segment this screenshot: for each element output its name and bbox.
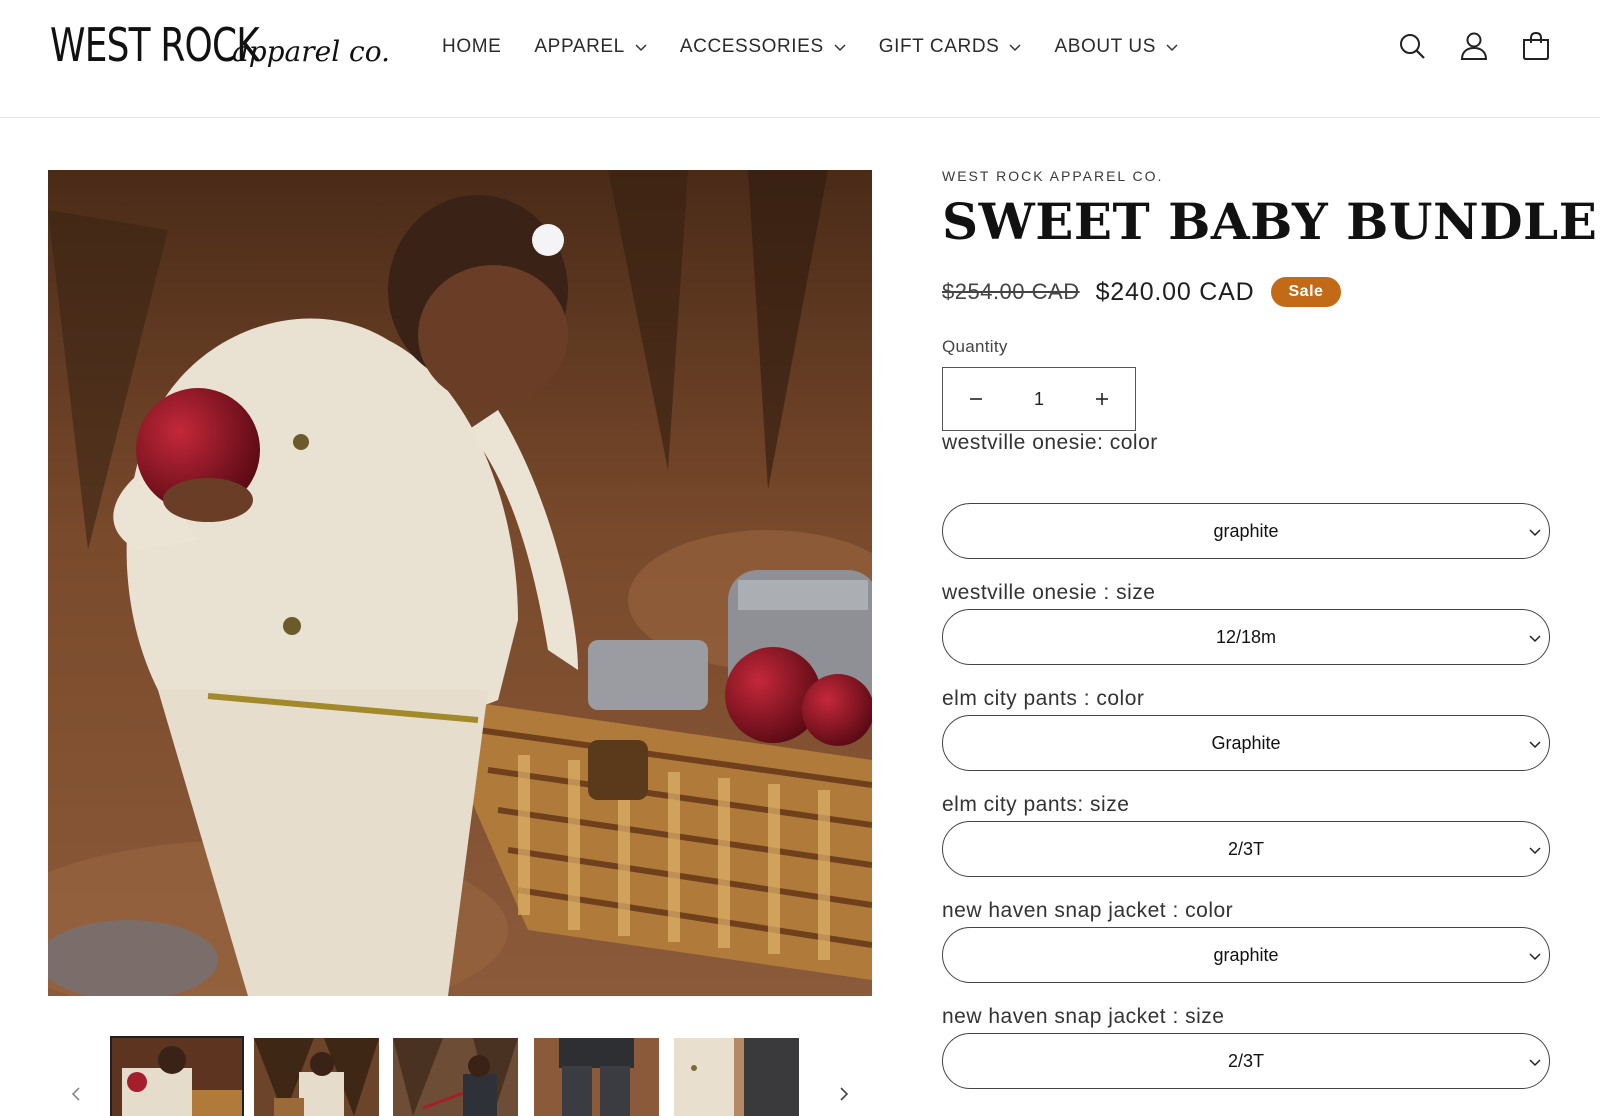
chevron-down-icon: [1529, 635, 1541, 643]
thumb-child-with-apple: [112, 1038, 242, 1116]
nav-item-accessories[interactable]: ACCESSORIES: [680, 36, 846, 58]
logo-main-text: WEST ROCK: [50, 18, 260, 72]
sale-badge: Sale: [1270, 277, 1342, 307]
option-selected-value: 2/3T: [1227, 1050, 1265, 1071]
account-icon[interactable]: [1460, 31, 1488, 61]
chevron-down-icon: [1529, 847, 1541, 855]
option-selected-value: graphite: [1213, 520, 1279, 541]
product-vendor: WEST ROCK APPAREL CO.: [942, 168, 1164, 184]
chevron-down-icon: [1009, 44, 1021, 52]
option-selected-value: 2/3T: [1227, 838, 1265, 859]
chevron-down-icon: [1529, 741, 1541, 749]
thumb-cream-and-dark-outfits: [674, 1038, 799, 1116]
chevron-down-icon: [834, 44, 846, 52]
thumbnail-2[interactable]: [254, 1038, 379, 1116]
chevron-down-icon: [1529, 953, 1541, 961]
product-photo: [48, 170, 872, 996]
chevron-down-icon: [1166, 44, 1178, 52]
thumbnail-strip: [48, 1036, 872, 1116]
thumb-child-sitting-forest: [254, 1038, 379, 1116]
variant-options: westville onesie: color graphite westvil…: [942, 431, 1552, 1089]
site-header: WEST ROCK apparel co. HOME APPAREL ACCES…: [0, 0, 1600, 118]
thumb-dark-pants: [534, 1038, 659, 1116]
nav-item-label: APPAREL: [534, 36, 625, 57]
nav-item-about-us[interactable]: ABOUT US: [1054, 36, 1178, 58]
chevron-down-icon: [1529, 1059, 1541, 1067]
minus-icon: [970, 398, 982, 400]
nav-item-label: ABOUT US: [1054, 36, 1157, 57]
product-title: SWEET BABY BUNDLE: [942, 192, 1598, 251]
price-row: $254.00 CAD $240.00 CAD Sale: [942, 275, 1552, 309]
nav-item-label: HOME: [442, 36, 502, 57]
option-selected-value: Graphite: [1211, 732, 1281, 753]
main-product-image[interactable]: [48, 170, 872, 996]
option-label: westville onesie: color: [942, 431, 1158, 454]
option-westville-onesie-color: westville onesie: color graphite: [942, 431, 1552, 559]
main-nav: HOME APPAREL ACCESSORIES GIFT CARDS ABOU…: [442, 32, 1211, 62]
option-select[interactable]: 2/3T: [942, 1033, 1550, 1089]
chevron-left-icon[interactable]: [68, 1086, 84, 1102]
thumbnail-5[interactable]: [674, 1038, 799, 1116]
nav-item-label: ACCESSORIES: [679, 36, 824, 57]
nav-item-apparel[interactable]: APPAREL: [534, 36, 647, 58]
chevron-right-icon[interactable]: [836, 1086, 852, 1102]
search-icon[interactable]: [1398, 31, 1426, 61]
thumbnail-4[interactable]: [534, 1038, 659, 1116]
decrease-quantity-button[interactable]: [961, 384, 991, 414]
quantity-stepper: [942, 367, 1136, 431]
increase-quantity-button[interactable]: [1087, 384, 1117, 414]
logo[interactable]: WEST ROCK apparel co.: [50, 18, 390, 82]
sale-price: $240.00 CAD: [1095, 277, 1255, 306]
nav-item-gift-cards[interactable]: GIFT CARDS: [879, 36, 1022, 58]
option-select[interactable]: Graphite: [942, 715, 1550, 771]
quantity-label: Quantity: [942, 337, 1008, 356]
chevron-down-icon: [635, 44, 647, 52]
option-selected-value: graphite: [1213, 944, 1279, 965]
option-selected-value: 12/18m: [1215, 626, 1277, 647]
header-icons: [1398, 28, 1550, 64]
quantity-input[interactable]: [1009, 388, 1069, 410]
option-select[interactable]: graphite: [942, 927, 1550, 983]
option-select[interactable]: graphite: [942, 503, 1550, 559]
nav-item-label: GIFT CARDS: [878, 36, 1000, 57]
thumbnail-3[interactable]: [393, 1038, 518, 1116]
compare-at-price: $254.00 CAD: [942, 279, 1080, 304]
product-info: WEST ROCK APPAREL CO. SWEET BABY BUNDLE …: [942, 168, 1598, 1089]
option-select[interactable]: 12/18m: [942, 609, 1550, 665]
nav-item-home[interactable]: HOME: [442, 36, 501, 58]
plus-icon: [1096, 393, 1108, 405]
option-select[interactable]: 2/3T: [942, 821, 1550, 877]
thumbnail-1[interactable]: [110, 1036, 244, 1116]
cart-icon[interactable]: [1522, 31, 1550, 61]
thumb-child-dark-outfit: [393, 1038, 518, 1116]
chevron-down-icon: [1529, 529, 1541, 537]
